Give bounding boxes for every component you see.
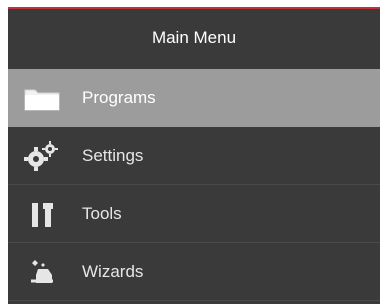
menu-item-label: Tools <box>82 203 122 223</box>
menu-item-settings[interactable]: Settings <box>8 127 380 185</box>
tools-icon <box>20 198 64 230</box>
menu-item-tools[interactable]: Tools <box>8 185 380 243</box>
main-menu-panel: Main Menu Programs Settings Tools Wizard… <box>8 7 380 304</box>
menu-item-label: Settings <box>82 145 144 165</box>
menu-item-label: Wizards <box>82 261 144 281</box>
menu-item-label: Programs <box>82 88 156 107</box>
app-window: Main Menu Programs Settings Tools Wizard… <box>0 0 388 304</box>
menu-list: Programs Settings Tools Wizards <box>8 69 380 301</box>
menu-title: Main Menu <box>8 9 380 69</box>
menu-item-programs[interactable]: Programs <box>8 69 380 127</box>
wizard-icon <box>20 256 64 288</box>
menu-item-wizards[interactable]: Wizards <box>8 243 380 301</box>
folder-icon <box>20 82 64 114</box>
gears-icon <box>20 140 64 172</box>
